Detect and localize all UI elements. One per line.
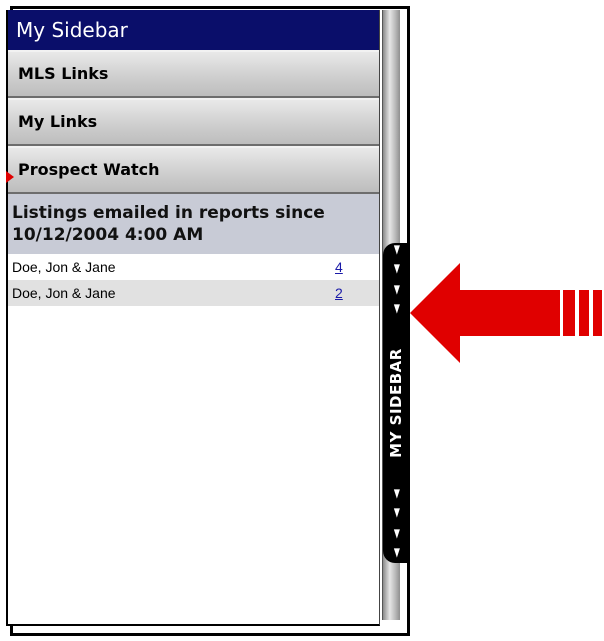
double-left-arrow-icon: ◄ ◄ [389,486,403,518]
table-row: Doe, Jon & Jane 4 [8,254,379,280]
prospect-watch-button[interactable]: Prospect Watch [8,146,379,194]
contact-name: Doe, Jon & Jane [12,259,116,275]
red-marker-icon [6,171,14,183]
my-links-button[interactable]: My Links [8,98,379,146]
listing-count-link[interactable]: 2 [335,280,343,306]
red-pointer-arrow-icon [410,263,602,363]
my-sidebar-tab[interactable]: ◄ ◄ ◄ ◄ MY SIDEBAR ◄ ◄ ◄ ◄ [383,242,409,563]
report-header: Listings emailed in reports since 10/12/… [8,194,379,254]
sidebar-title: My Sidebar [8,10,379,50]
mls-links-button[interactable]: MLS Links [8,50,379,98]
sidebar-panel: My Sidebar MLS Links My Links Prospect W… [6,10,380,626]
double-left-arrow-icon: ◄ ◄ [389,526,403,558]
double-left-arrow-icon: ◄ ◄ [389,242,403,274]
sidebar-tab-label: MY SIDEBAR [387,348,405,458]
contact-name: Doe, Jon & Jane [12,285,116,301]
listing-count-link[interactable]: 4 [335,254,343,280]
double-left-arrow-icon: ◄ ◄ [389,282,403,314]
table-row: Doe, Jon & Jane 2 [8,280,379,306]
